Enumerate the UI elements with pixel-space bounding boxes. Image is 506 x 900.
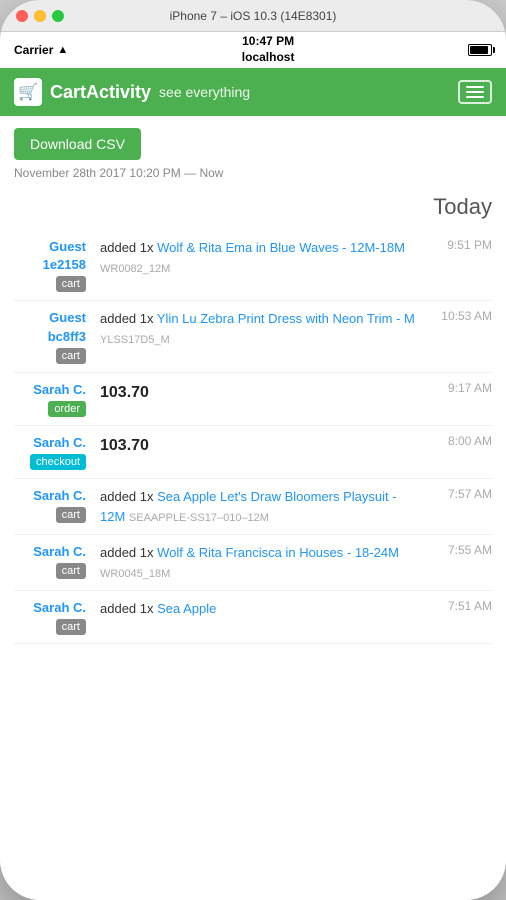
time-text: 7:51 AM: [448, 599, 492, 613]
table-row: Sarah C. checkout 103.70 8:00 AM: [14, 426, 492, 479]
time-text: 9:51 PM: [447, 238, 492, 252]
activity-time-col: 7:55 AM: [427, 543, 492, 557]
status-bar: Carrier ▲ 10:47 PM localhost: [0, 32, 506, 68]
action-text: added 1x: [100, 601, 157, 616]
product-link[interactable]: Ylin Lu Zebra Print Dress with Neon Trim…: [157, 311, 415, 326]
activity-time-col: 10:53 AM: [427, 309, 492, 323]
user-link[interactable]: Guest1e2158: [14, 238, 86, 274]
action-text: added 1x: [100, 545, 157, 560]
download-csv-button[interactable]: Download CSV: [14, 128, 141, 160]
action-text: added 1x: [100, 311, 157, 326]
amount-text: 103.70: [100, 437, 149, 454]
time-text: 9:17 AM: [448, 381, 492, 395]
menu-button[interactable]: [458, 80, 492, 104]
badge-checkout: checkout: [30, 454, 86, 470]
activity-detail-col: 103.70: [100, 434, 421, 458]
activity-time-col: 9:51 PM: [427, 238, 492, 252]
sku-text: YLSS17D5_M: [100, 334, 170, 346]
location-display: localhost: [242, 50, 295, 66]
badge-cart: cart: [56, 563, 86, 579]
activity-user-col: Guestbc8ff3 cart: [14, 309, 94, 363]
table-row: Guestbc8ff3 cart added 1x Ylin Lu Zebra …: [14, 301, 492, 372]
amount-text: 103.70: [100, 384, 149, 401]
badge-order: order: [48, 401, 86, 417]
status-left: Carrier ▲: [14, 43, 68, 57]
activity-time-col: 7:57 AM: [427, 487, 492, 501]
maximize-dot[interactable]: [52, 10, 64, 22]
table-row: Guest1e2158 cart added 1x Wolf & Rita Em…: [14, 230, 492, 301]
table-row: Sarah C. order 103.70 9:17 AM: [14, 373, 492, 426]
sku-text: WR0045_18M: [100, 568, 170, 580]
app-name: CartActivity: [50, 82, 151, 103]
sku-text: WR0082_12M: [100, 263, 170, 275]
table-row: Sarah C. cart added 1x Sea Apple Let's D…: [14, 479, 492, 535]
hamburger-line-1: [466, 86, 484, 88]
carrier-label: Carrier: [14, 43, 53, 57]
time-text: 8:00 AM: [448, 434, 492, 448]
app-icon: 🛒: [14, 78, 42, 106]
close-dot[interactable]: [16, 10, 28, 22]
activity-user-col: Sarah C. order: [14, 381, 94, 417]
time-display: 10:47 PM: [242, 34, 295, 50]
activity-time-col: 9:17 AM: [427, 381, 492, 395]
nav-subtitle: see everything: [159, 84, 250, 100]
nav-bar: 🛒 CartActivity see everything: [0, 68, 506, 116]
hamburger-line-3: [466, 96, 484, 98]
user-link[interactable]: Sarah C.: [14, 543, 86, 561]
status-center: 10:47 PM localhost: [242, 34, 295, 65]
action-text: added 1x: [100, 240, 157, 255]
window-controls: [16, 10, 64, 22]
activity-user-col: Sarah C. cart: [14, 487, 94, 523]
table-row: Sarah C. cart added 1x Sea Apple 7:51 AM: [14, 591, 492, 644]
badge-cart: cart: [56, 276, 86, 292]
hamburger-line-2: [466, 91, 484, 93]
activity-time-col: 7:51 AM: [427, 599, 492, 613]
table-row: Sarah C. cart added 1x Wolf & Rita Franc…: [14, 535, 492, 591]
date-range-text: November 28th 2017 10:20 PM — Now: [14, 166, 492, 180]
nav-brand: 🛒 CartActivity see everything: [14, 78, 250, 106]
section-today-header: Today: [14, 194, 492, 220]
activity-detail-col: added 1x Ylin Lu Zebra Print Dress with …: [100, 309, 421, 348]
product-link[interactable]: Sea Apple: [157, 601, 216, 616]
device-frame: iPhone 7 – iOS 10.3 (14E8301) Carrier ▲ …: [0, 0, 506, 900]
product-link[interactable]: Wolf & Rita Francisca in Houses - 18-24M: [157, 545, 399, 560]
badge-cart: cart: [56, 619, 86, 635]
activity-detail-col: added 1x Wolf & Rita Francisca in Houses…: [100, 543, 421, 582]
minimize-dot[interactable]: [34, 10, 46, 22]
battery-fill: [470, 46, 488, 54]
time-text: 7:57 AM: [448, 487, 492, 501]
badge-cart: cart: [56, 348, 86, 364]
status-right: [468, 44, 492, 56]
badge-cart: cart: [56, 507, 86, 523]
user-link[interactable]: Sarah C.: [14, 381, 86, 399]
activity-detail-col: 103.70: [100, 381, 421, 405]
activity-detail-col: added 1x Wolf & Rita Ema in Blue Waves -…: [100, 238, 421, 277]
activity-user-col: Sarah C. cart: [14, 599, 94, 635]
title-bar: iPhone 7 – iOS 10.3 (14E8301): [0, 0, 506, 32]
wifi-icon: ▲: [57, 44, 68, 56]
action-text: added 1x: [100, 489, 157, 504]
activity-user-col: Sarah C. cart: [14, 543, 94, 579]
activity-detail-col: added 1x Sea Apple: [100, 599, 421, 619]
activity-time-col: 8:00 AM: [427, 434, 492, 448]
user-link[interactable]: Sarah C.: [14, 487, 86, 505]
time-text: 7:55 AM: [448, 543, 492, 557]
user-link[interactable]: Sarah C.: [14, 599, 86, 617]
window-title: iPhone 7 – iOS 10.3 (14E8301): [170, 9, 337, 23]
app-icon-emoji: 🛒: [18, 82, 38, 102]
user-link[interactable]: Sarah C.: [14, 434, 86, 452]
time-text: 10:53 AM: [441, 309, 492, 323]
activity-user-col: Guest1e2158 cart: [14, 238, 94, 292]
product-link[interactable]: Wolf & Rita Ema in Blue Waves - 12M-18M: [157, 240, 405, 255]
sku-text: SEAAPPLE-SS17–010–12M: [129, 512, 269, 524]
activity-detail-col: added 1x Sea Apple Let's Draw Bloomers P…: [100, 487, 421, 526]
battery-icon: [468, 44, 492, 56]
activity-user-col: Sarah C. checkout: [14, 434, 94, 470]
activity-list: Guest1e2158 cart added 1x Wolf & Rita Em…: [14, 230, 492, 644]
user-link[interactable]: Guestbc8ff3: [14, 309, 86, 345]
main-content: Download CSV November 28th 2017 10:20 PM…: [0, 116, 506, 900]
